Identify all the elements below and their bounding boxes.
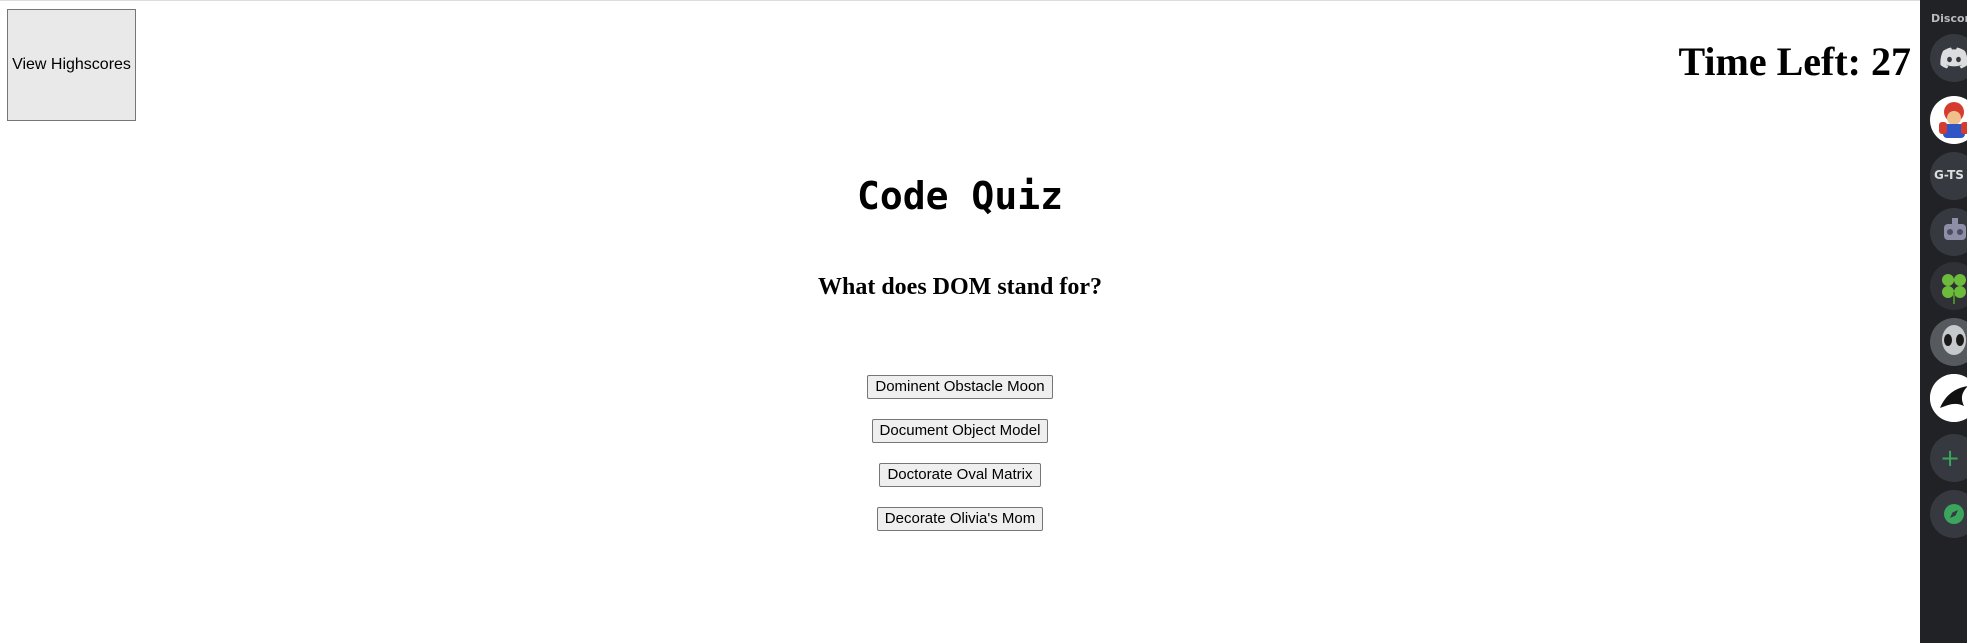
server-g-ts[interactable]: G-TS (1930, 152, 1967, 200)
server-avatar-clover[interactable] (1930, 262, 1967, 310)
server-avatar-mario[interactable] (1930, 96, 1967, 144)
discord-label: Discord (1931, 12, 1967, 25)
clover-icon (1942, 274, 1966, 304)
plus-icon: + (1940, 444, 1961, 472)
time-left-display: Time Left: 27 (1678, 38, 1911, 85)
answer-list: Dominent Obstacle Moon Document Object M… (0, 375, 1920, 531)
answer-button-2[interactable]: Document Object Model (871, 419, 1049, 443)
quiz-title: Code Quiz (857, 174, 1063, 218)
server-g-ts-label: G-TS (1934, 168, 1964, 182)
time-left-label: Time Left: (1678, 39, 1861, 84)
view-highscores-button[interactable]: View Highscores (7, 9, 136, 121)
time-left-value: 27 (1871, 39, 1911, 84)
mario-avatar-icon (1930, 96, 1967, 144)
compass-icon (1944, 504, 1964, 524)
answer-button-3[interactable]: Doctorate Oval Matrix (879, 463, 1041, 487)
explore-servers-button[interactable] (1930, 490, 1967, 538)
discord-home-button[interactable] (1930, 34, 1967, 82)
server-avatar-robot[interactable] (1930, 208, 1967, 256)
discord-logo-icon (1940, 47, 1967, 69)
server-avatar-emblem[interactable] (1930, 374, 1967, 422)
answer-button-4[interactable]: Decorate Olivia's Mom (876, 507, 1044, 531)
question-text: What does DOM stand for? (817, 274, 1102, 300)
alien-avatar-icon (1942, 325, 1966, 355)
answer-button-1[interactable]: Dominent Obstacle Moon (867, 375, 1053, 399)
server-avatar-alien[interactable] (1930, 318, 1967, 366)
add-server-button[interactable]: + (1930, 434, 1967, 482)
top-border (0, 0, 1920, 1)
robot-avatar-icon (1944, 218, 1966, 240)
discord-server-rail: Discord G-TS (1920, 0, 1967, 643)
emblem-icon (1930, 374, 1967, 422)
